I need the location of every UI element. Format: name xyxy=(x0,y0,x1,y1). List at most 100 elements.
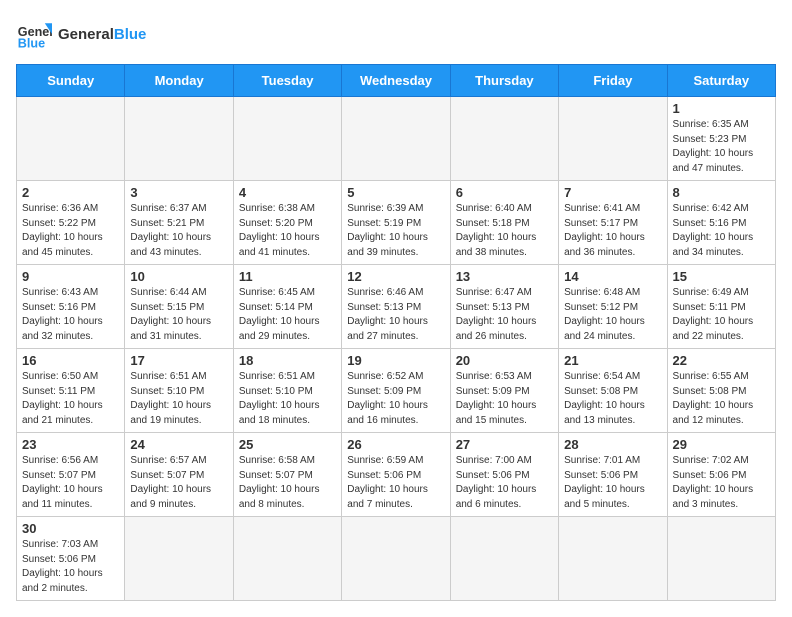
svg-text:Blue: Blue xyxy=(18,37,45,51)
day-info: Sunrise: 6:57 AM Sunset: 5:07 PM Dayligh… xyxy=(130,454,227,512)
calendar-cell: 1Sunrise: 6:35 AM Sunset: 5:23 PM Daylig… xyxy=(667,97,775,181)
calendar-cell-empty xyxy=(559,517,667,601)
calendar-cell-empty xyxy=(667,517,775,601)
calendar-cell: 15Sunrise: 6:49 AM Sunset: 5:11 PM Dayli… xyxy=(667,265,775,349)
weekday-header: Monday xyxy=(125,65,233,97)
day-info: Sunrise: 6:51 AM Sunset: 5:10 PM Dayligh… xyxy=(130,370,227,428)
day-number: 12 xyxy=(347,269,444,284)
day-info: Sunrise: 6:50 AM Sunset: 5:11 PM Dayligh… xyxy=(22,370,119,428)
day-number: 25 xyxy=(239,437,336,452)
day-number: 19 xyxy=(347,353,444,368)
day-number: 3 xyxy=(130,185,227,200)
calendar-cell: 8Sunrise: 6:42 AM Sunset: 5:16 PM Daylig… xyxy=(667,181,775,265)
calendar-cell xyxy=(342,97,450,181)
day-number: 14 xyxy=(564,269,661,284)
day-info: Sunrise: 6:38 AM Sunset: 5:20 PM Dayligh… xyxy=(239,202,336,260)
day-info: Sunrise: 7:00 AM Sunset: 5:06 PM Dayligh… xyxy=(456,454,553,512)
day-number: 20 xyxy=(456,353,553,368)
day-info: Sunrise: 7:02 AM Sunset: 5:06 PM Dayligh… xyxy=(673,454,770,512)
calendar-cell: 6 Sunrise: 6:40 AM Sunset: 5:18 PM Daylig… xyxy=(450,181,558,265)
calendar: SundayMondayTuesdayWednesdayThursdayFrid… xyxy=(16,64,776,601)
day-number: 22 xyxy=(673,353,770,368)
day-info: Sunrise: 6:55 AM Sunset: 5:08 PM Dayligh… xyxy=(673,370,770,428)
day-info: Sunrise: 6:45 AM Sunset: 5:14 PM Dayligh… xyxy=(239,286,336,344)
day-number: 21 xyxy=(564,353,661,368)
day-info: Sunrise: 6:37 AM Sunset: 5:21 PM Dayligh… xyxy=(130,202,227,260)
day-number: 26 xyxy=(347,437,444,452)
calendar-cell: 20Sunrise: 6:53 AM Sunset: 5:09 PM Dayli… xyxy=(450,349,558,433)
day-number: 9 xyxy=(22,269,119,284)
day-info: Sunrise: 6:44 AM Sunset: 5:15 PM Dayligh… xyxy=(130,286,227,344)
day-number: 4 xyxy=(239,185,336,200)
calendar-cell: 30Sunrise: 7:03 AM Sunset: 5:06 PM Dayli… xyxy=(17,517,125,601)
weekday-header: Thursday xyxy=(450,65,558,97)
calendar-cell-empty xyxy=(450,517,558,601)
day-info: Sunrise: 6:56 AM Sunset: 5:07 PM Dayligh… xyxy=(22,454,119,512)
calendar-header-row: SundayMondayTuesdayWednesdayThursdayFrid… xyxy=(17,65,776,97)
calendar-cell: 4 Sunrise: 6:38 AM Sunset: 5:20 PM Daylig… xyxy=(233,181,341,265)
calendar-cell: 11 Sunrise: 6:45 AM Sunset: 5:14 PM Dayli… xyxy=(233,265,341,349)
calendar-cell: 29 Sunrise: 7:02 AM Sunset: 5:06 PM Dayli… xyxy=(667,433,775,517)
calendar-cell xyxy=(125,97,233,181)
calendar-cell: 7Sunrise: 6:41 AM Sunset: 5:17 PM Daylig… xyxy=(559,181,667,265)
calendar-cell: 27Sunrise: 7:00 AM Sunset: 5:06 PM Dayli… xyxy=(450,433,558,517)
calendar-cell: 18 Sunrise: 6:51 AM Sunset: 5:10 PM Dayli… xyxy=(233,349,341,433)
calendar-cell: 10 Sunrise: 6:44 AM Sunset: 5:15 PM Dayli… xyxy=(125,265,233,349)
weekday-header: Friday xyxy=(559,65,667,97)
day-number: 5 xyxy=(347,185,444,200)
calendar-cell xyxy=(233,97,341,181)
calendar-cell: 26Sunrise: 6:59 AM Sunset: 5:06 PM Dayli… xyxy=(342,433,450,517)
day-info: Sunrise: 6:35 AM Sunset: 5:23 PM Dayligh… xyxy=(673,118,770,176)
calendar-cell: 17Sunrise: 6:51 AM Sunset: 5:10 PM Dayli… xyxy=(125,349,233,433)
day-info: Sunrise: 6:58 AM Sunset: 5:07 PM Dayligh… xyxy=(239,454,336,512)
day-info: Sunrise: 6:46 AM Sunset: 5:13 PM Dayligh… xyxy=(347,286,444,344)
logo-text: GeneralBlue xyxy=(58,26,146,43)
day-number: 16 xyxy=(22,353,119,368)
day-info: Sunrise: 6:40 AM Sunset: 5:18 PM Dayligh… xyxy=(456,202,553,260)
weekday-header: Tuesday xyxy=(233,65,341,97)
calendar-cell: 19 Sunrise: 6:52 AM Sunset: 5:09 PM Dayli… xyxy=(342,349,450,433)
calendar-row: 23 Sunrise: 6:56 AM Sunset: 5:07 PM Dayli… xyxy=(17,433,776,517)
calendar-cell: 21 Sunrise: 6:54 AM Sunset: 5:08 PM Dayli… xyxy=(559,349,667,433)
calendar-cell-empty xyxy=(342,517,450,601)
day-number: 23 xyxy=(22,437,119,452)
logo-icon: General Blue xyxy=(16,16,52,52)
calendar-cell: 14 Sunrise: 6:48 AM Sunset: 5:12 PM Dayli… xyxy=(559,265,667,349)
logo: General Blue GeneralBlue xyxy=(16,16,146,52)
day-number: 24 xyxy=(130,437,227,452)
calendar-cell: 5Sunrise: 6:39 AM Sunset: 5:19 PM Daylig… xyxy=(342,181,450,265)
calendar-row: 30Sunrise: 7:03 AM Sunset: 5:06 PM Dayli… xyxy=(17,517,776,601)
calendar-row: 1Sunrise: 6:35 AM Sunset: 5:23 PM Daylig… xyxy=(17,97,776,181)
day-number: 10 xyxy=(130,269,227,284)
calendar-cell: 2 Sunrise: 6:36 AM Sunset: 5:22 PM Daylig… xyxy=(17,181,125,265)
day-number: 29 xyxy=(673,437,770,452)
calendar-cell: 22 Sunrise: 6:55 AM Sunset: 5:08 PM Dayli… xyxy=(667,349,775,433)
day-info: Sunrise: 6:41 AM Sunset: 5:17 PM Dayligh… xyxy=(564,202,661,260)
page-header: General Blue GeneralBlue xyxy=(16,16,776,52)
calendar-cell: 12 Sunrise: 6:46 AM Sunset: 5:13 PM Dayli… xyxy=(342,265,450,349)
calendar-cell xyxy=(559,97,667,181)
calendar-cell: 16 Sunrise: 6:50 AM Sunset: 5:11 PM Dayli… xyxy=(17,349,125,433)
day-info: Sunrise: 6:51 AM Sunset: 5:10 PM Dayligh… xyxy=(239,370,336,428)
day-number: 28 xyxy=(564,437,661,452)
day-info: Sunrise: 6:42 AM Sunset: 5:16 PM Dayligh… xyxy=(673,202,770,260)
day-number: 6 xyxy=(456,185,553,200)
calendar-row: 16 Sunrise: 6:50 AM Sunset: 5:11 PM Dayli… xyxy=(17,349,776,433)
day-info: Sunrise: 6:54 AM Sunset: 5:08 PM Dayligh… xyxy=(564,370,661,428)
calendar-row: 2 Sunrise: 6:36 AM Sunset: 5:22 PM Daylig… xyxy=(17,181,776,265)
day-info: Sunrise: 6:47 AM Sunset: 5:13 PM Dayligh… xyxy=(456,286,553,344)
day-info: Sunrise: 6:36 AM Sunset: 5:22 PM Dayligh… xyxy=(22,202,119,260)
day-number: 2 xyxy=(22,185,119,200)
day-number: 11 xyxy=(239,269,336,284)
day-number: 18 xyxy=(239,353,336,368)
day-info: Sunrise: 6:52 AM Sunset: 5:09 PM Dayligh… xyxy=(347,370,444,428)
weekday-header: Sunday xyxy=(17,65,125,97)
day-number: 30 xyxy=(22,521,119,536)
day-info: Sunrise: 6:43 AM Sunset: 5:16 PM Dayligh… xyxy=(22,286,119,344)
day-info: Sunrise: 6:48 AM Sunset: 5:12 PM Dayligh… xyxy=(564,286,661,344)
calendar-cell: 25 Sunrise: 6:58 AM Sunset: 5:07 PM Dayli… xyxy=(233,433,341,517)
day-info: Sunrise: 7:01 AM Sunset: 5:06 PM Dayligh… xyxy=(564,454,661,512)
calendar-row: 9 Sunrise: 6:43 AM Sunset: 5:16 PM Daylig… xyxy=(17,265,776,349)
calendar-cell xyxy=(17,97,125,181)
calendar-cell: 24 Sunrise: 6:57 AM Sunset: 5:07 PM Dayli… xyxy=(125,433,233,517)
